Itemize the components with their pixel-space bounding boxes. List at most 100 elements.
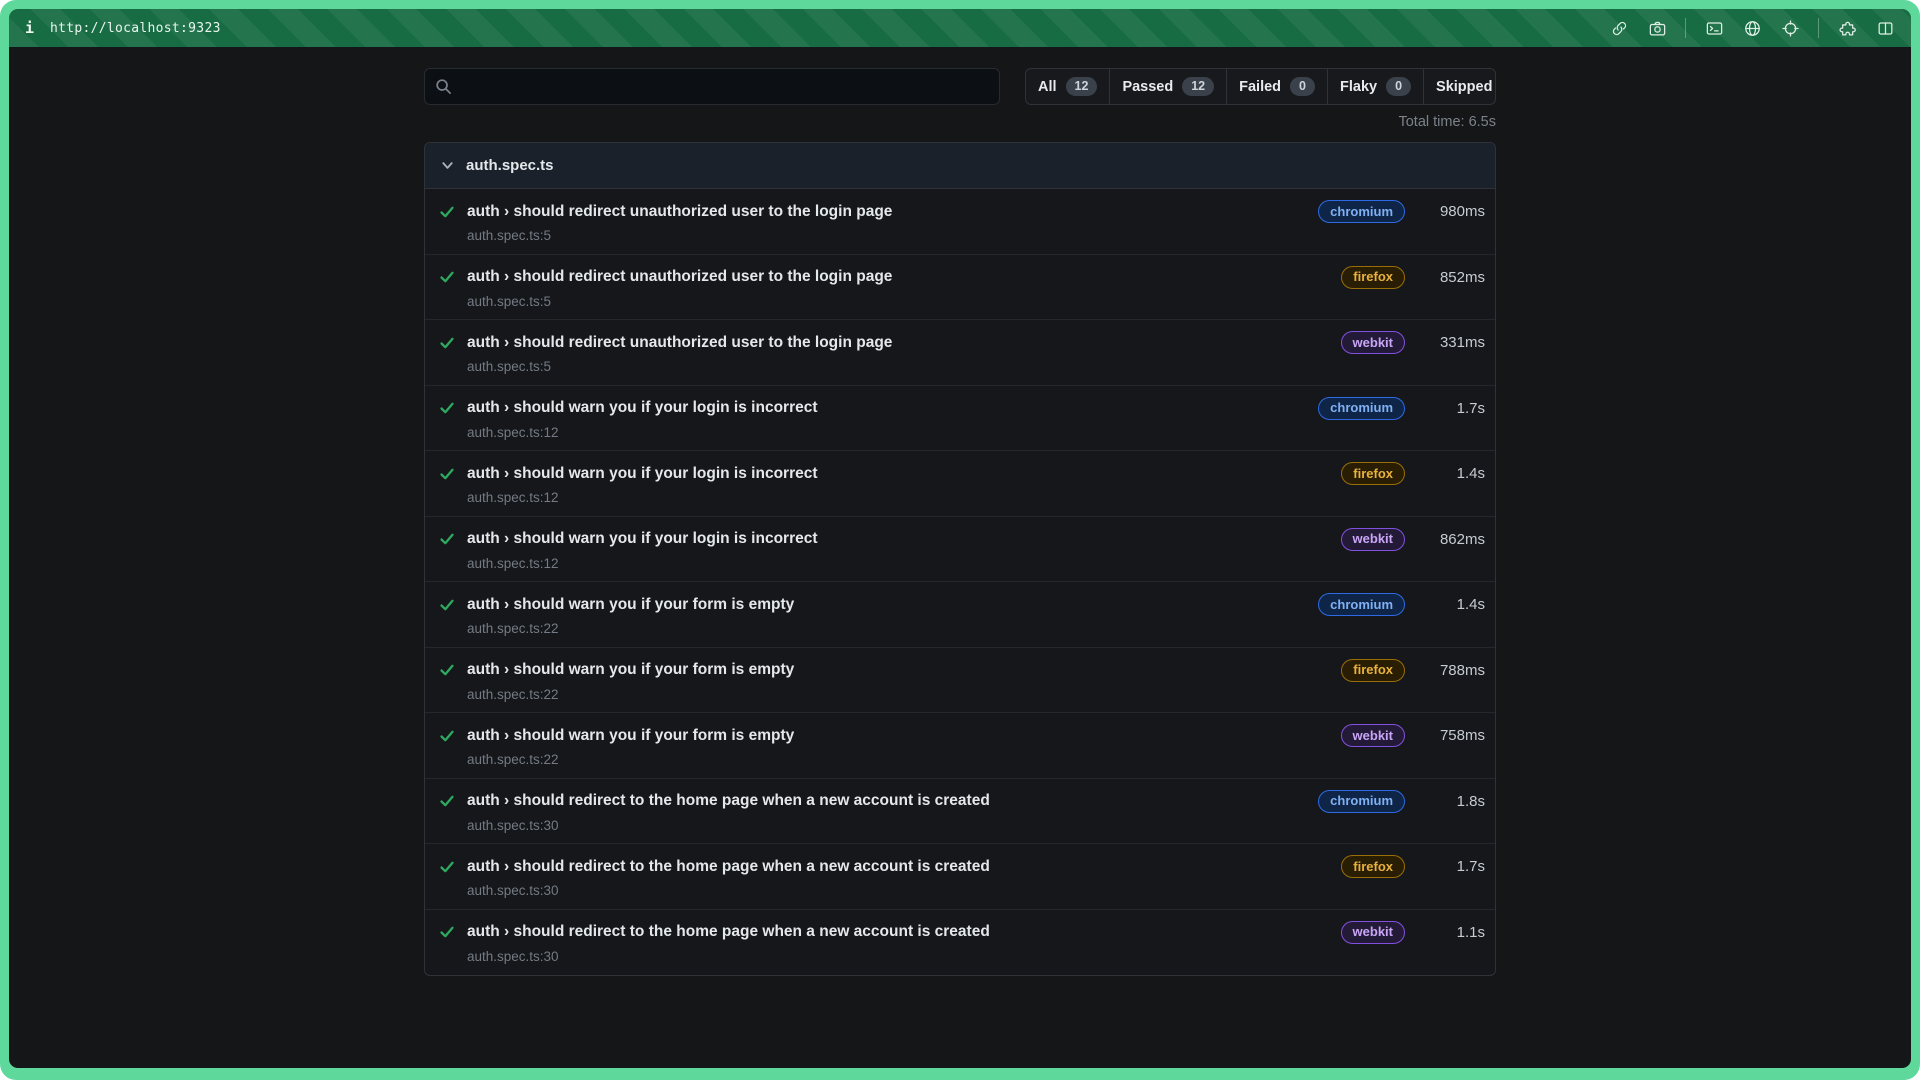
browser-titlebar: i http://localhost:9323 bbox=[9, 9, 1911, 47]
toolbar-divider bbox=[1685, 18, 1686, 38]
test-row[interactable]: auth › should redirect to the home page … bbox=[425, 910, 1495, 976]
puzzle-icon[interactable] bbox=[1837, 18, 1857, 38]
check-icon bbox=[438, 268, 456, 286]
filter-tab-flaky[interactable]: Flaky 0 bbox=[1327, 69, 1423, 104]
test-duration: 1.8s bbox=[1417, 793, 1485, 810]
test-location: auth.spec.ts:5 bbox=[467, 294, 1485, 309]
test-row[interactable]: auth › should redirect to the home page … bbox=[425, 844, 1495, 910]
test-title: auth › should warn you if your login is … bbox=[467, 399, 818, 417]
search-box[interactable] bbox=[424, 68, 1000, 105]
camera-icon[interactable] bbox=[1647, 18, 1667, 38]
test-duration: 1.4s bbox=[1417, 465, 1485, 482]
filter-tab-label: Skipped bbox=[1436, 79, 1492, 95]
filter-tab-passed[interactable]: Passed 12 bbox=[1109, 69, 1226, 104]
test-location: auth.spec.ts:30 bbox=[467, 949, 1485, 964]
test-duration: 1.7s bbox=[1417, 400, 1485, 417]
check-icon bbox=[438, 858, 456, 876]
test-location: auth.spec.ts:22 bbox=[467, 621, 1485, 636]
terminal-icon[interactable] bbox=[1704, 18, 1724, 38]
test-location: auth.spec.ts:12 bbox=[467, 425, 1485, 440]
test-title: auth › should redirect unauthorized user… bbox=[467, 334, 892, 352]
test-location: auth.spec.ts:12 bbox=[467, 490, 1485, 505]
split-view-icon[interactable] bbox=[1875, 18, 1895, 38]
test-location: auth.spec.ts:30 bbox=[467, 818, 1485, 833]
filter-tab-label: All bbox=[1038, 79, 1057, 95]
test-row[interactable]: auth › should warn you if your form is e… bbox=[425, 648, 1495, 714]
test-row[interactable]: auth › should warn you if your login is … bbox=[425, 451, 1495, 517]
test-duration: 852ms bbox=[1417, 269, 1485, 286]
browser-badge-firefox[interactable]: firefox bbox=[1341, 462, 1405, 485]
file-group-header[interactable]: auth.spec.ts bbox=[425, 143, 1495, 189]
browser-badge-firefox[interactable]: firefox bbox=[1341, 659, 1405, 682]
filter-tab-count-badge: 0 bbox=[1290, 77, 1315, 96]
test-location: auth.spec.ts:30 bbox=[467, 883, 1485, 898]
test-row[interactable]: auth › should warn you if your login is … bbox=[425, 517, 1495, 583]
check-icon bbox=[438, 399, 456, 417]
browser-badge-webkit[interactable]: webkit bbox=[1341, 921, 1405, 944]
test-row[interactable]: auth › should redirect unauthorized user… bbox=[425, 320, 1495, 386]
filter-tab-label: Flaky bbox=[1340, 79, 1377, 95]
link-icon[interactable] bbox=[1609, 18, 1629, 38]
test-location: auth.spec.ts:22 bbox=[467, 687, 1485, 702]
filter-tab-label: Passed bbox=[1122, 79, 1173, 95]
globe-icon[interactable] bbox=[1742, 18, 1762, 38]
test-row[interactable]: auth › should warn you if your form is e… bbox=[425, 713, 1495, 779]
filter-tab-count-badge: 0 bbox=[1386, 77, 1411, 96]
chevron-down-icon bbox=[440, 158, 455, 173]
test-row[interactable]: auth › should redirect unauthorized user… bbox=[425, 189, 1495, 255]
crosshair-icon[interactable] bbox=[1780, 18, 1800, 38]
test-title: auth › should redirect to the home page … bbox=[467, 923, 990, 941]
filter-tab-all[interactable]: All 12 bbox=[1026, 69, 1109, 104]
filter-tab-count-badge: 12 bbox=[1182, 77, 1214, 96]
search-icon bbox=[435, 78, 452, 95]
test-row[interactable]: auth › should warn you if your login is … bbox=[425, 386, 1495, 452]
test-title: auth › should warn you if your login is … bbox=[467, 530, 818, 548]
browser-badge-chromium[interactable]: chromium bbox=[1318, 593, 1405, 616]
check-icon bbox=[438, 661, 456, 679]
test-list: auth › should redirect unauthorized user… bbox=[425, 189, 1495, 975]
test-duration: 980ms bbox=[1417, 203, 1485, 220]
test-duration: 1.1s bbox=[1417, 924, 1485, 941]
filter-tab-failed[interactable]: Failed 0 bbox=[1226, 69, 1327, 104]
filter-tab-skipped[interactable]: Skipped 0 bbox=[1423, 69, 1496, 104]
search-input[interactable] bbox=[460, 79, 989, 95]
titlebar-toolbar bbox=[1609, 18, 1895, 38]
test-title: auth › should redirect to the home page … bbox=[467, 792, 990, 810]
test-duration: 758ms bbox=[1417, 727, 1485, 744]
filter-tabs: All 12 Passed 12 Failed 0 Flaky 0 Skippe… bbox=[1025, 68, 1496, 105]
address-url: http://localhost:9323 bbox=[50, 21, 221, 36]
test-duration: 788ms bbox=[1417, 662, 1485, 679]
browser-badge-webkit[interactable]: webkit bbox=[1341, 724, 1405, 747]
controls-row: All 12 Passed 12 Failed 0 Flaky 0 Skippe… bbox=[424, 68, 1496, 105]
test-title: auth › should warn you if your form is e… bbox=[467, 596, 794, 614]
check-icon bbox=[438, 203, 456, 221]
browser-badge-chromium[interactable]: chromium bbox=[1318, 397, 1405, 420]
browser-badge-webkit[interactable]: webkit bbox=[1341, 331, 1405, 354]
test-title: auth › should warn you if your form is e… bbox=[467, 727, 794, 745]
browser-badge-chromium[interactable]: chromium bbox=[1318, 790, 1405, 813]
test-row[interactable]: auth › should redirect unauthorized user… bbox=[425, 255, 1495, 321]
browser-window: i http://localhost:9323 All 12 Passed 12… bbox=[0, 0, 1920, 1080]
info-icon: i bbox=[25, 19, 34, 37]
check-icon bbox=[438, 530, 456, 548]
test-title: auth › should warn you if your login is … bbox=[467, 465, 818, 483]
check-icon bbox=[438, 465, 456, 483]
test-location: auth.spec.ts:5 bbox=[467, 228, 1485, 243]
test-title: auth › should redirect unauthorized user… bbox=[467, 268, 892, 286]
test-location: auth.spec.ts:12 bbox=[467, 556, 1485, 571]
file-group: auth.spec.ts auth › should redirect unau… bbox=[424, 142, 1496, 976]
browser-badge-firefox[interactable]: firefox bbox=[1341, 855, 1405, 878]
browser-badge-webkit[interactable]: webkit bbox=[1341, 528, 1405, 551]
test-row[interactable]: auth › should warn you if your form is e… bbox=[425, 582, 1495, 648]
test-duration: 1.7s bbox=[1417, 858, 1485, 875]
browser-badge-chromium[interactable]: chromium bbox=[1318, 200, 1405, 223]
test-duration: 1.4s bbox=[1417, 596, 1485, 613]
test-title: auth › should redirect to the home page … bbox=[467, 858, 990, 876]
toolbar-divider bbox=[1818, 18, 1819, 38]
filter-tab-label: Failed bbox=[1239, 79, 1281, 95]
test-row[interactable]: auth › should redirect to the home page … bbox=[425, 779, 1495, 845]
browser-badge-firefox[interactable]: firefox bbox=[1341, 266, 1405, 289]
filter-tab-count-badge: 12 bbox=[1066, 77, 1098, 96]
check-icon bbox=[438, 923, 456, 941]
test-location: auth.spec.ts:22 bbox=[467, 752, 1485, 767]
